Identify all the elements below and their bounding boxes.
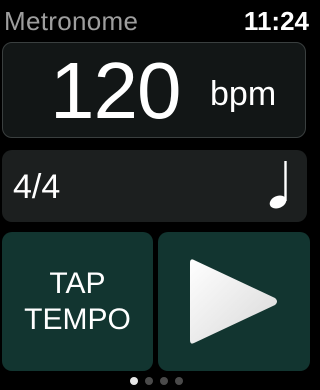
page-dot [159,377,168,385]
tempo-display[interactable]: 120 bpm [2,42,306,138]
page-dot [174,377,183,385]
play-button[interactable] [158,232,310,371]
tap-tempo-label-line2: TEMPO [24,302,131,336]
status-bar: Metronome 11:24 [0,0,312,40]
time-signature-value: 4/4 [13,168,61,206]
tap-tempo-label-line1: TAP [49,266,106,300]
play-icon [190,259,277,344]
tap-tempo-button[interactable]: TAP TEMPO [2,232,153,371]
bpm-value: 120 [50,46,181,135]
app-title: Metronome [4,6,139,36]
tap-tempo-label: TAP TEMPO [24,266,131,338]
page-dot [144,377,153,385]
page-indicator [0,376,312,386]
time-signature-selector[interactable]: 4/4 [2,150,307,222]
quarter-note-icon [269,161,287,209]
bpm-unit-label: bpm [210,75,277,113]
page-dot-active [129,377,138,385]
clock: 11:24 [243,6,309,36]
